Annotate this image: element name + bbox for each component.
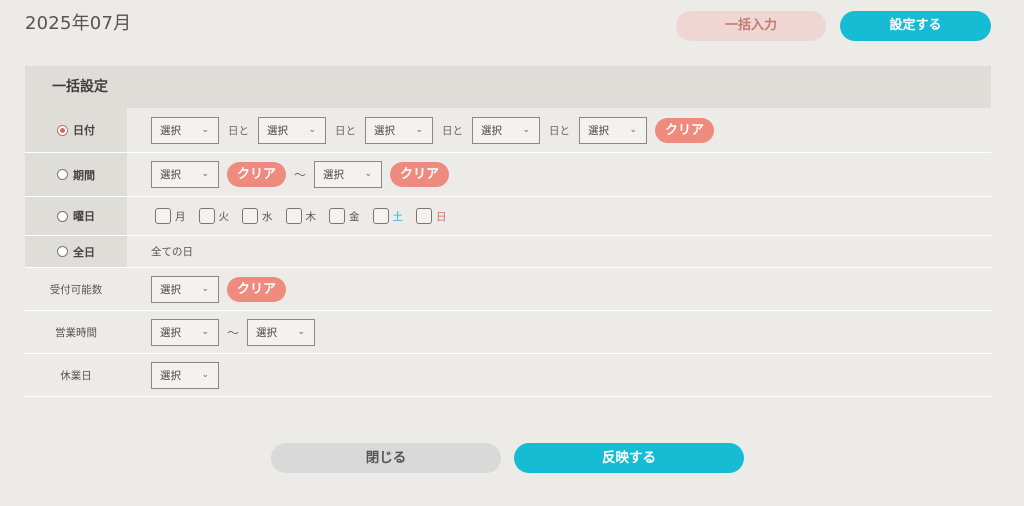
- date-label: 日付: [73, 124, 95, 137]
- date-select-1[interactable]: 選択 ⌄: [151, 116, 219, 144]
- weekday-checkbox-mon[interactable]: 月: [155, 208, 186, 224]
- chevron-down-icon: ⌄: [629, 124, 637, 135]
- day-label: 金: [349, 210, 360, 223]
- holiday-row: 休業日 選択 ⌄: [25, 354, 991, 397]
- weekday-checkbox-fri[interactable]: 金: [329, 208, 360, 224]
- date-radio-option[interactable]: 日付: [25, 108, 127, 152]
- period-start-clear-button[interactable]: クリア: [227, 162, 287, 187]
- day-label: 日: [436, 210, 447, 223]
- chevron-down-icon: ⌄: [364, 169, 373, 179]
- chevron-down-icon: ⌄: [201, 124, 209, 135]
- select-value: 選択: [267, 124, 288, 137]
- day-label: 火: [218, 210, 230, 223]
- chevron-down-icon: ⌄: [308, 124, 316, 135]
- date-separator: 日と: [228, 124, 249, 137]
- period-row: 期間 選択 ⌄ クリア 〜 選択 ⌄ クリア: [25, 153, 991, 197]
- weekday-checkbox-sat[interactable]: 土: [372, 208, 404, 224]
- chevron-down-icon: ⌄: [522, 124, 530, 135]
- checkbox[interactable]: [285, 208, 302, 224]
- checkbox[interactable]: [198, 208, 215, 224]
- select-value: 選択: [256, 326, 278, 339]
- capacity-select[interactable]: 選択 ⌄: [151, 275, 219, 303]
- period-radio-option[interactable]: 期間: [25, 153, 127, 196]
- checkbox[interactable]: [416, 208, 432, 224]
- date-separator: 日と: [549, 124, 570, 137]
- chevron-down-icon: ⌄: [201, 369, 209, 380]
- date-separator: 日と: [442, 124, 463, 137]
- weekday-row: 曜日 月 火 水 木 金 土 日: [25, 197, 991, 236]
- select-value: 選択: [481, 124, 502, 137]
- panel-title: 一括設定: [25, 66, 991, 108]
- weekday-label: 曜日: [73, 210, 95, 223]
- capacity-label: 受付可能数: [49, 283, 103, 296]
- hours-end-select[interactable]: 選択 ⌄: [247, 318, 316, 346]
- day-label: 月: [175, 210, 186, 223]
- day-label: 木: [305, 210, 317, 223]
- capacity-row: 受付可能数 選択 ⌄ クリア: [25, 268, 991, 311]
- close-button[interactable]: 閉じる: [271, 443, 501, 473]
- select-value: 選択: [160, 283, 181, 296]
- range-separator: 〜: [227, 325, 240, 340]
- set-button[interactable]: 設定する: [840, 11, 991, 41]
- weekday-checkbox-thu[interactable]: 木: [285, 208, 317, 224]
- checkbox[interactable]: [242, 208, 258, 224]
- checkbox[interactable]: [329, 208, 345, 224]
- all-days-text: 全ての日: [151, 246, 193, 258]
- weekday-checkbox-sun[interactable]: 日: [416, 208, 447, 224]
- holiday-label: 休業日: [60, 369, 92, 382]
- date-radio[interactable]: [57, 124, 68, 136]
- date-clear-button[interactable]: クリア: [655, 117, 715, 143]
- chevron-down-icon: ⌄: [201, 326, 209, 337]
- day-label: 水: [262, 210, 273, 223]
- day-label: 土: [392, 210, 404, 223]
- period-end-clear-button[interactable]: クリア: [390, 162, 450, 187]
- select-value: 選択: [374, 124, 395, 137]
- period-label: 期間: [73, 168, 95, 182]
- checkbox[interactable]: [372, 208, 389, 224]
- range-separator: 〜: [294, 168, 307, 182]
- weekday-checkbox-tue[interactable]: 火: [198, 208, 230, 224]
- period-end-select[interactable]: 選択 ⌄: [314, 161, 383, 188]
- select-value: 選択: [588, 124, 609, 137]
- select-value: 選択: [160, 369, 181, 382]
- weekday-checkbox-wed[interactable]: 水: [242, 208, 273, 224]
- bulk-settings-panel: 一括設定 日付 選択 ⌄ 日と 選択 ⌄ 日と 選択 ⌄ 日と 選択 ⌄ 日と 選択 ⌄ …: [25, 66, 991, 397]
- apply-button[interactable]: 反映する: [514, 443, 744, 473]
- period-radio[interactable]: [57, 169, 68, 180]
- date-select-5[interactable]: 選択 ⌄: [579, 116, 647, 144]
- checkbox[interactable]: [155, 208, 171, 224]
- capacity-clear-button[interactable]: クリア: [227, 276, 287, 302]
- date-separator: 日と: [335, 124, 356, 137]
- holiday-select[interactable]: 選択 ⌄: [151, 361, 219, 389]
- chevron-down-icon: ⌄: [201, 169, 209, 179]
- chevron-down-icon: ⌄: [297, 326, 306, 337]
- hours-start-select[interactable]: 選択 ⌄: [151, 318, 219, 346]
- date-select-2[interactable]: 選択 ⌄: [258, 116, 326, 144]
- select-value: 選択: [160, 326, 181, 339]
- date-row: 日付 選択 ⌄ 日と 選択 ⌄ 日と 選択 ⌄ 日と 選択 ⌄ 日と 選択 ⌄ クリア: [25, 108, 991, 153]
- weekday-radio-option[interactable]: 曜日: [25, 197, 127, 235]
- business-hours-label: 営業時間: [55, 326, 97, 339]
- chevron-down-icon: ⌄: [201, 283, 209, 294]
- all-days-row: 全日 全ての日: [25, 236, 991, 268]
- chevron-down-icon: ⌄: [415, 124, 423, 135]
- month-title: 2025年07月: [25, 13, 132, 34]
- business-hours-row: 営業時間 選択 ⌄ 〜 選択 ⌄: [25, 311, 991, 354]
- bulk-input-button[interactable]: 一括入力: [676, 11, 826, 41]
- weekday-radio[interactable]: [57, 210, 68, 222]
- select-value: 選択: [323, 169, 345, 181]
- all-days-label: 全日: [73, 245, 95, 259]
- select-value: 選択: [160, 169, 181, 181]
- select-value: 選択: [160, 124, 181, 137]
- date-select-3[interactable]: 選択 ⌄: [365, 116, 433, 144]
- date-select-4[interactable]: 選択 ⌄: [472, 116, 540, 144]
- all-days-radio[interactable]: [57, 246, 68, 257]
- period-start-select[interactable]: 選択 ⌄: [151, 161, 219, 188]
- all-days-radio-option[interactable]: 全日: [25, 236, 127, 267]
